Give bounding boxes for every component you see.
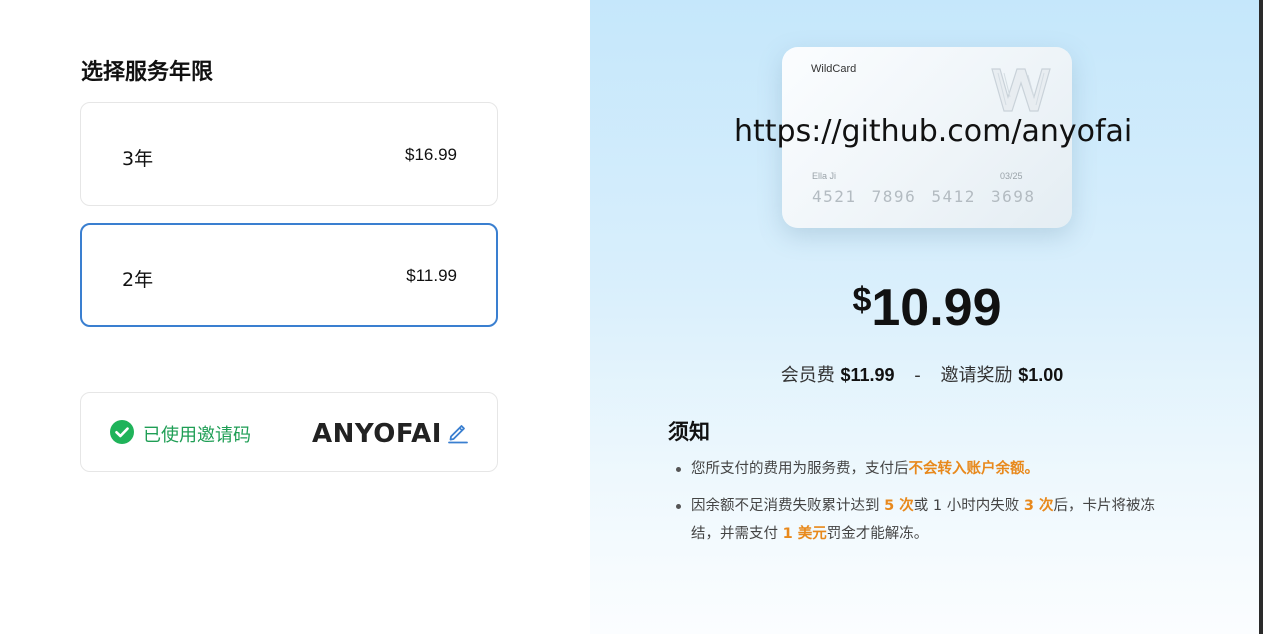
notice-item: 您所支付的费用为服务费，支付后不会转入账户余额。 [676, 455, 1181, 483]
fee-value: $11.99 [840, 365, 895, 385]
plan-selection-panel: 选择服务年限 3年 $16.99 2年 $11.99 已使用邀请码 ANYOFA… [0, 0, 590, 634]
notice-text: 罚金才能解冻。 [826, 526, 929, 542]
watermark-text: https://github.com/anyofai [734, 114, 1133, 149]
plan-option-2-years[interactable]: 2年 $11.99 [80, 223, 498, 327]
notice-text: 因余额不足消费失败累计达到 [691, 498, 885, 514]
notice-text: 或 1 小时内失败 [913, 498, 1024, 514]
invite-code: ANYOFAI [312, 419, 442, 449]
notice-highlight: 1 美元 [782, 526, 827, 542]
plan-option-3-years[interactable]: 3年 $16.99 [80, 102, 498, 206]
total-price: $10.99 [590, 278, 1263, 338]
notice-list: 您所支付的费用为服务费，支付后不会转入账户余额。 因余额不足消费失败累计达到 5… [676, 455, 1181, 557]
w-logo-icon [991, 68, 1051, 112]
plan-price: $16.99 [405, 145, 457, 164]
price-amount: 10.99 [871, 279, 1002, 337]
card-expiry: 03/25 [1000, 171, 1023, 181]
fee-label: 会员费 [780, 365, 835, 386]
card-holder-name: Ella Ji [812, 171, 837, 181]
pencil-icon[interactable] [447, 420, 469, 444]
invite-code-box: 已使用邀请码 ANYOFAI [80, 392, 498, 472]
notice-highlight: 不会转入账户余额。 [908, 461, 1040, 477]
notice-highlight: 3 次 [1023, 498, 1054, 514]
price-currency: $ [852, 281, 872, 319]
reward-value: $1.00 [1018, 365, 1064, 385]
reward-label: 邀请奖励 [940, 365, 1013, 386]
section-title: 选择服务年限 [81, 60, 214, 85]
card-brand: WildCard [811, 63, 857, 75]
breakdown-separator: - [914, 365, 921, 386]
check-circle-icon [110, 420, 134, 444]
plan-label: 2年 [122, 269, 154, 291]
notice-title: 须知 [668, 420, 710, 444]
card-number: 4521 7896 5412 3698 [812, 187, 1036, 206]
notice-item: 因余额不足消费失败累计达到 5 次或 1 小时内失败 3 次后，卡片将被冻结，并… [676, 492, 1181, 548]
notice-highlight: 5 次 [884, 498, 914, 514]
price-breakdown: 会员费 $11.99 - 邀请奖励 $1.00 [590, 361, 1254, 387]
plan-label: 3年 [122, 148, 154, 170]
invite-status-text: 已使用邀请码 [143, 425, 251, 446]
notice-text: 您所支付的费用为服务费，支付后 [691, 461, 909, 477]
plan-price: $11.99 [406, 266, 457, 285]
